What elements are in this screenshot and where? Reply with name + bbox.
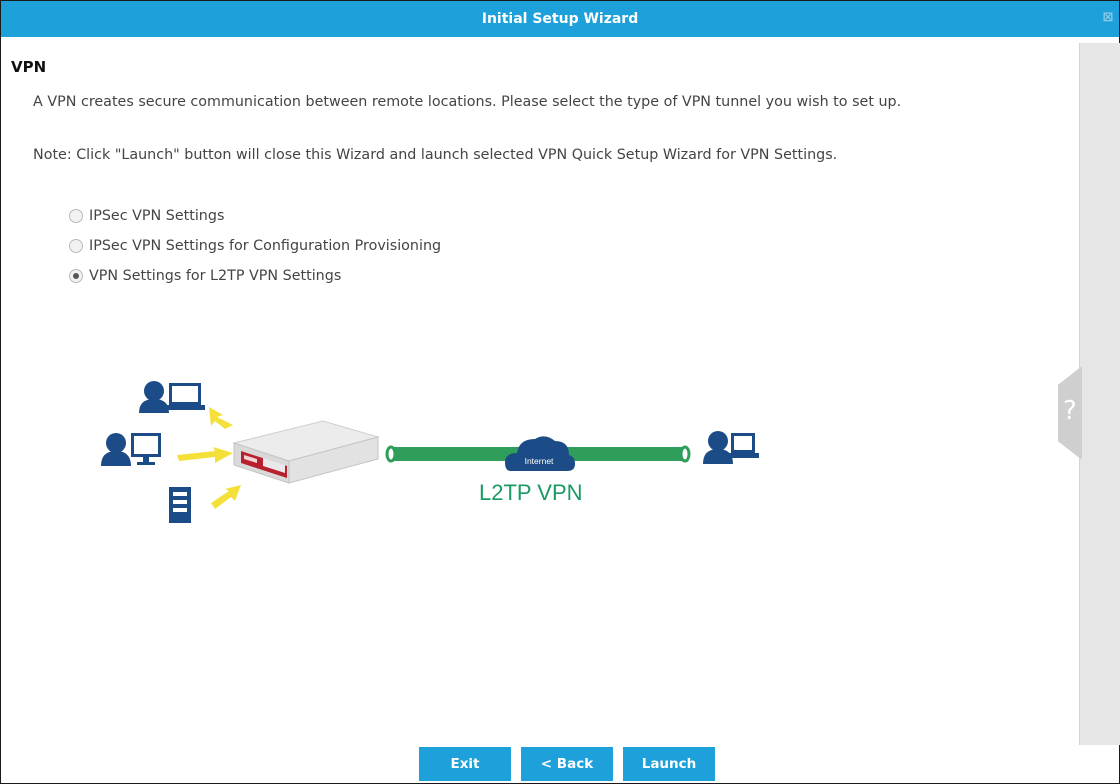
server-icon bbox=[169, 487, 191, 523]
cloud-label: Internet bbox=[525, 456, 554, 466]
tunnel-label: L2TP VPN bbox=[479, 480, 583, 505]
option-label: IPSec VPN Settings bbox=[89, 208, 225, 224]
exit-button[interactable]: Exit bbox=[419, 747, 511, 781]
question-icon: ? bbox=[1063, 396, 1077, 426]
user-laptop-icon bbox=[139, 381, 205, 413]
launch-button[interactable]: Launch bbox=[623, 747, 715, 781]
remote-user-laptop-icon bbox=[703, 431, 759, 464]
title-bar: Initial Setup Wizard ⊠ bbox=[1, 1, 1119, 37]
vpn-type-options: IPSec VPN Settings IPSec VPN Settings fo… bbox=[69, 201, 441, 291]
radio-ipsec-vpn[interactable] bbox=[69, 209, 83, 223]
launch-note: Note: Click "Launch" button will close t… bbox=[33, 147, 838, 163]
option-l2tp-vpn[interactable]: VPN Settings for L2TP VPN Settings bbox=[69, 261, 441, 291]
option-ipsec-config-provisioning[interactable]: IPSec VPN Settings for Configuration Pro… bbox=[69, 231, 441, 261]
option-ipsec-vpn[interactable]: IPSec VPN Settings bbox=[69, 201, 441, 231]
window-title: Initial Setup Wizard bbox=[481, 11, 639, 27]
close-icon[interactable]: ⊠ bbox=[1101, 11, 1115, 25]
user-desktop-icon bbox=[101, 433, 161, 466]
help-side-panel bbox=[1079, 43, 1120, 745]
back-button[interactable]: < Back bbox=[521, 747, 613, 781]
wizard-window: Initial Setup Wizard ⊠ ? VPN A VPN creat… bbox=[0, 0, 1120, 784]
router-icon bbox=[232, 420, 380, 484]
help-tab[interactable]: ? bbox=[1058, 366, 1082, 460]
internet-cloud-icon: Internet bbox=[505, 436, 575, 471]
l2tp-vpn-diagram: Internet bbox=[101, 381, 759, 523]
option-label: IPSec VPN Settings for Configuration Pro… bbox=[89, 238, 442, 254]
section-description: A VPN creates secure communication betwe… bbox=[33, 94, 902, 110]
wizard-footer: Exit < Back Launch bbox=[1, 747, 1119, 784]
section-heading: VPN bbox=[11, 58, 47, 76]
option-label: VPN Settings for L2TP VPN Settings bbox=[89, 268, 342, 284]
radio-l2tp-vpn[interactable] bbox=[69, 269, 83, 283]
radio-ipsec-config-provisioning[interactable] bbox=[69, 239, 83, 253]
